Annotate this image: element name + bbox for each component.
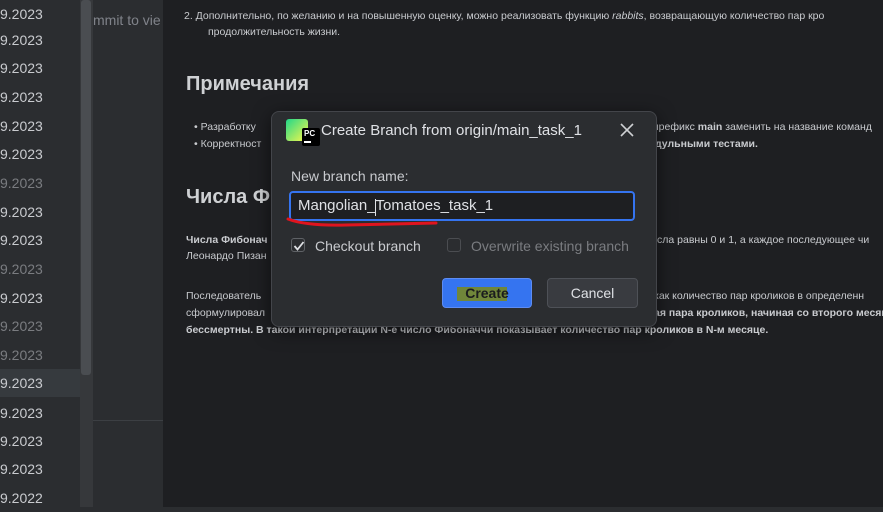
checkout-branch-checkbox[interactable]: [291, 238, 305, 252]
commit-date[interactable]: 9.2023: [0, 284, 80, 312]
red-annotation-underline: [286, 217, 438, 227]
commit-date[interactable]: 9.2023: [0, 0, 80, 28]
commit-date[interactable]: 9.2023: [0, 83, 80, 111]
pycharm-logo-icon: PC: [286, 119, 320, 146]
commit-date[interactable]: 9.2023: [0, 140, 80, 168]
commit-details-pane: [93, 0, 163, 420]
create-branch-dialog: PC Create Branch from origin/main_task_1…: [271, 111, 657, 327]
list-item-2-suffix: , возвращающую количество пар кро: [643, 10, 825, 22]
bullet-1-text-b: префикс: [653, 121, 695, 133]
commit-date[interactable]: 9.2023: [0, 198, 80, 226]
commit-details-hint: mmit to vie: [93, 12, 161, 28]
bullet-2-right: дульными тестами.: [655, 138, 758, 150]
pycharm-logo-bar: [304, 141, 311, 143]
pycharm-logo-inner: PC: [302, 128, 320, 146]
new-branch-label: New branch name:: [291, 168, 409, 184]
bullet-1-text-d: заменить на название команд: [725, 121, 872, 133]
overwrite-branch-label[interactable]: Overwrite existing branch: [471, 238, 629, 254]
close-button[interactable]: [617, 120, 637, 140]
commit-date[interactable]: 9.2022: [0, 484, 80, 512]
commit-date[interactable]: 9.2023: [0, 112, 80, 140]
commit-date[interactable]: 9.2023: [0, 312, 80, 340]
pycharm-logo-text: PC: [304, 129, 316, 138]
text-caret: [375, 199, 376, 216]
commit-date[interactable]: 9.2023: [0, 427, 80, 455]
checkout-branch-label[interactable]: Checkout branch: [315, 238, 421, 254]
bullet-1-left: • Разработку: [194, 121, 256, 133]
commit-date[interactable]: 9.2023: [0, 255, 80, 283]
fib-para-2-line-2-left: сформулировал: [186, 307, 266, 319]
close-icon: [620, 123, 634, 137]
fib-para-2-right: как количество пар кроликов в определенн: [654, 290, 865, 302]
bullet-2-left: • Корректност: [194, 138, 262, 150]
create-button[interactable]: Create: [442, 278, 532, 308]
list-item-2-continuation: продолжительность жизни.: [208, 26, 341, 38]
bullet-1-right: префикс main заменить на название команд: [653, 121, 872, 133]
list-item-2: 2. Дополнительно, по желанию и на повыше…: [184, 10, 824, 22]
checkmark-icon: [293, 241, 305, 251]
commit-date[interactable]: 9.2023: [0, 399, 80, 427]
fibonacci-heading: Числа Ф: [186, 186, 270, 208]
fib-para-1-left: Числа Фибонач: [186, 234, 268, 246]
commit-date[interactable]: 9.2023: [0, 26, 80, 54]
fib-para-1-line-2: Леонардо Пизан: [186, 250, 267, 262]
commit-date[interactable]: 9.2023: [0, 169, 80, 197]
commit-date[interactable]: 9.2023: [0, 341, 80, 369]
function-name: rabbits: [612, 10, 644, 22]
commit-date[interactable]: 9.2023: [0, 54, 80, 82]
dialog-title: Create Branch from origin/main_task_1: [321, 122, 582, 139]
commit-date[interactable]: 9.2023: [0, 455, 80, 483]
cancel-button[interactable]: Cancel: [547, 278, 638, 308]
bullet-1-code: main: [697, 121, 723, 133]
scrollbar-thumb[interactable]: [81, 0, 91, 375]
git-log-panel: 9.2023 9.2023 9.2023 9.2023 9.2023 9.2023 9.20…: [0, 0, 163, 508]
fib-para-2-line-2-right: ая пара кроликов, начиная со второго мес…: [654, 307, 883, 319]
fib-para-2-left: Последователь: [186, 290, 262, 302]
notes-heading: Примечания: [186, 73, 310, 95]
fib-para-1-right: сла равны 0 и 1, а каждое последующее чи: [657, 234, 870, 246]
commit-date-column: 9.2023 9.2023 9.2023 9.2023 9.2023 9.2023 9.20…: [0, 0, 80, 507]
commit-details-bottom: [93, 420, 163, 508]
commit-date[interactable]: 9.2023: [0, 226, 80, 254]
cancel-button-label: Cancel: [570, 285, 615, 301]
overwrite-branch-checkbox[interactable]: [447, 238, 461, 252]
list-item-2-prefix: 2. Дополнительно, по желанию и на повыше…: [184, 10, 610, 22]
commit-date[interactable]: 9.2023: [0, 369, 80, 397]
create-button-label: Create: [465, 285, 509, 301]
